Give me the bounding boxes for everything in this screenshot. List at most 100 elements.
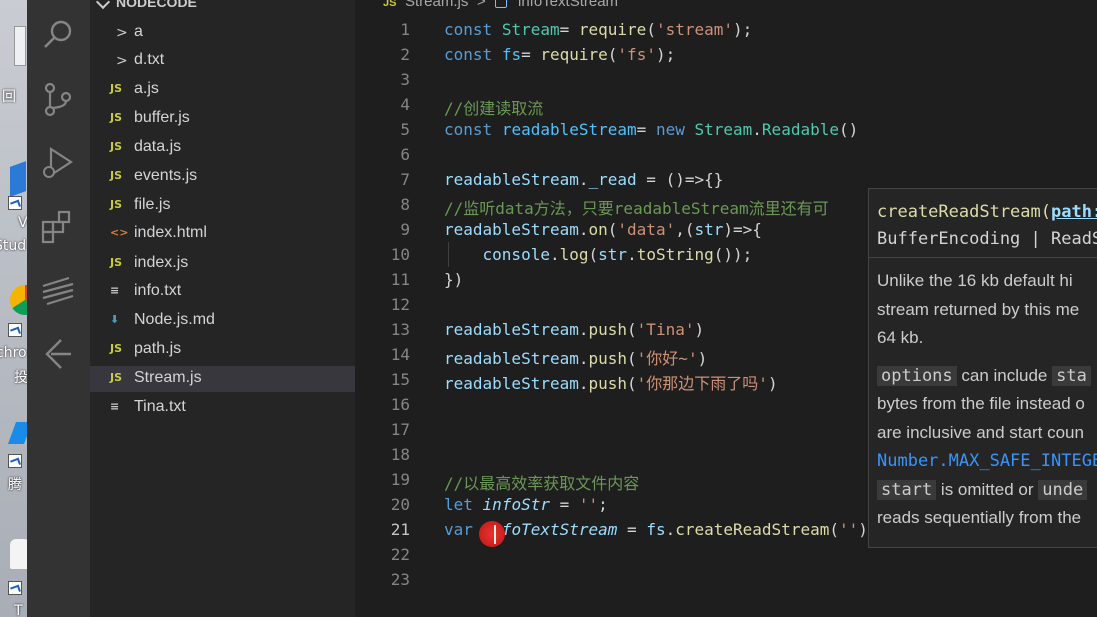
tree-item-label: d.txt (134, 51, 165, 68)
tree-item-buffer-js[interactable]: JS buffer.js (90, 106, 355, 132)
run-debug-icon[interactable] (39, 144, 77, 182)
tree-item-label: path.js (134, 340, 182, 357)
js-file-icon: JS (110, 82, 123, 95)
text-file-icon: ≡ (110, 400, 120, 413)
tree-item-label: index.html (134, 224, 207, 241)
explorer-root-label: NODECODE (116, 0, 197, 10)
desktop-icon-recycle[interactable] (0, 20, 27, 70)
tree-item-label: file.js (134, 196, 171, 213)
line-number: 22 (390, 545, 410, 564)
code-text: readableStream.push('你好~') (444, 349, 708, 368)
hover-sig-function: createReadStream( (877, 202, 1051, 222)
tree-item-events-js[interactable]: JS events.js (90, 164, 355, 190)
breadcrumb-separator: > (477, 0, 486, 10)
tree-item-label: events.js (134, 167, 198, 184)
desktop-label-tou: 投 (14, 370, 27, 386)
tree-item-index-js[interactable]: JS index.js (90, 251, 355, 277)
tree-item-info-txt[interactable]: ≡ info.txt (90, 279, 355, 305)
desktop-icon-vstudio[interactable] (0, 160, 27, 220)
search-icon[interactable] (39, 16, 77, 54)
live-share-icon[interactable] (39, 336, 77, 374)
code-line[interactable]: 5 const readableStream= new Stream.Readab… (355, 117, 1097, 142)
tree-item-tina-txt[interactable]: ≡ Tina.txt (90, 395, 355, 421)
tree-item-a-js[interactable]: JS a.js (90, 77, 355, 103)
symbol-variable-icon (495, 0, 507, 8)
tree-item-folder-a[interactable]: > a (90, 20, 355, 46)
code-line[interactable]: 23 (355, 567, 1097, 592)
breadcrumb-symbol[interactable]: infoTextStream (518, 0, 618, 10)
line-number: 12 (390, 295, 410, 314)
source-control-icon[interactable] (39, 80, 77, 118)
hover-doc-link-line: Number.MAX_SAFE_INTEGE (877, 447, 1097, 476)
line-number: 18 (390, 445, 410, 464)
tree-item-label: a.js (134, 80, 159, 97)
line-number: 21 (390, 520, 410, 539)
tree-item-stream-js[interactable]: JS Stream.js (90, 366, 355, 392)
code-editor[interactable]: JS Stream.js > infoTextStream 1 const Str… (355, 0, 1097, 617)
line-number: 13 (390, 320, 410, 339)
code-line[interactable]: 4 //创建读取流 (355, 92, 1097, 118)
line-number: 10 (390, 245, 410, 264)
tree-item-node-js-md[interactable]: ⬇ Node.js.md (90, 308, 355, 334)
hover-signature: createReadStream(path: BufferEncoding | … (877, 199, 1097, 253)
chevron-right-icon: > (116, 25, 128, 41)
hover-code-start-tail: sta (1052, 365, 1091, 386)
tree-item-label: Stream.js (134, 369, 202, 386)
desktop-icon-app[interactable] (0, 535, 27, 595)
line-number: 2 (400, 45, 410, 64)
markdown-file-icon: ⬇ (110, 313, 120, 326)
line-number: 15 (390, 370, 410, 389)
line-number: 11 (390, 270, 410, 289)
tree-item-label: info.txt (134, 282, 182, 299)
line-number: 7 (400, 170, 410, 189)
code-text: }) (444, 270, 464, 289)
hover-doc-options: options can include sta (877, 362, 1097, 391)
desktop-label-v: V (18, 215, 27, 231)
desktop-icon-tencent[interactable] (0, 420, 27, 470)
line-number: 1 (400, 20, 410, 39)
js-file-icon: JS (383, 0, 397, 9)
line-number: 3 (400, 70, 410, 89)
hover-doc-line: stream returned by this me (877, 299, 1080, 319)
explorer-root[interactable]: NODECODE (90, 0, 355, 14)
js-file-icon: JS (110, 198, 123, 211)
text-file-icon: ≡ (110, 284, 120, 297)
chevron-right-icon: > (116, 53, 128, 69)
line-number: 19 (390, 470, 410, 489)
tree-item-path-js[interactable]: JS path.js (90, 337, 355, 363)
hover-doc-line: Unlike the 16 kb default hi (877, 271, 1073, 290)
hover-doc-line: reads sequentially from the (877, 508, 1082, 527)
mouse-pointer-highlight (479, 521, 505, 547)
js-file-icon: JS (110, 371, 123, 384)
hover-code-undefined: unde (1038, 479, 1088, 500)
hover-sig-param: path: (1051, 202, 1097, 222)
remote-explorer-icon[interactable] (39, 272, 77, 310)
tree-item-file-js[interactable]: JS file.js (90, 193, 355, 219)
hover-link-max-safe-integer[interactable]: Number.MAX_SAFE_INTEGE (877, 451, 1097, 471)
desktop-label-recycle: 回 (2, 89, 16, 105)
js-file-icon: JS (110, 140, 123, 153)
breadcrumb-file[interactable]: Stream.js (405, 0, 468, 10)
code-line[interactable]: 1 const Stream= require('stream'); (355, 17, 1097, 42)
code-line[interactable]: 6 (355, 142, 1097, 167)
code-text: //以最高效率获取文件内容 (444, 474, 640, 493)
tree-item-folder-d-txt[interactable]: > d.txt (90, 48, 355, 74)
line-number: 20 (390, 495, 410, 514)
code-line[interactable]: 3 (355, 67, 1097, 92)
tree-item-index-html[interactable]: <> index.html (90, 221, 355, 247)
line-number: 4 (400, 95, 410, 114)
desktop-icon-chrome[interactable] (0, 285, 27, 345)
code-text: const readableStream= new Stream.Readabl… (444, 120, 859, 139)
desktop-label-teng: 腾 (8, 477, 22, 493)
code-line[interactable]: 2 const fs= require('fs'); (355, 42, 1097, 67)
code-text: //创建读取流 (444, 99, 544, 118)
code-text: const fs= require('fs'); (444, 45, 676, 64)
desktop-label-t: T (14, 603, 23, 617)
tree-item-label: a (134, 23, 143, 40)
tree-item-data-js[interactable]: JS data.js (90, 135, 355, 161)
hover-doc-text: can include (956, 365, 1053, 385)
code-text: readableStream.push('你那边下雨了吗') (444, 374, 778, 393)
hover-doc-text: is omitted or (936, 479, 1039, 499)
extensions-icon[interactable] (39, 208, 77, 246)
tree-item-label: index.js (134, 254, 189, 271)
